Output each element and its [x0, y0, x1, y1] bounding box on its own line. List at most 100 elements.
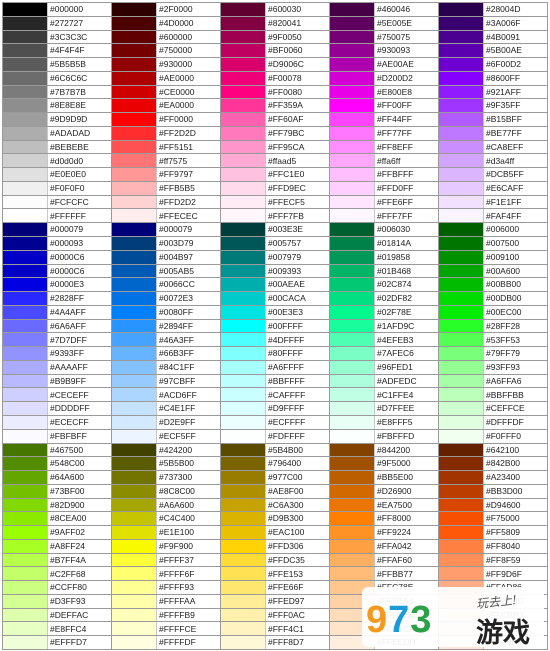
color-swatch [112, 415, 157, 429]
color-entry: #5B5B00 [112, 457, 221, 472]
color-entry: #FFD2D2 [112, 195, 221, 210]
color-hex-label: #00AEAE [268, 279, 305, 290]
color-swatch [439, 264, 484, 278]
color-hex-label: #4DFFFF [268, 334, 305, 345]
color-entry: #4EFEB3 [330, 333, 439, 348]
color-swatch [439, 58, 484, 71]
color-entry: #ADFEDC [330, 374, 439, 389]
color-swatch [3, 484, 48, 498]
color-swatch [3, 553, 48, 567]
color-swatch [330, 223, 375, 237]
color-swatch [112, 443, 157, 457]
color-swatch [330, 85, 375, 99]
color-entry: #007500 [439, 237, 548, 251]
color-hex-label: #019858 [377, 251, 411, 262]
color-hex-label: #02F78E [377, 306, 412, 317]
color-hex-label: #D3FF93 [50, 596, 86, 607]
color-swatch [221, 85, 266, 99]
color-entry: #9F0050 [221, 30, 330, 45]
color-hex-label: #00A600 [486, 265, 521, 276]
color-entry: #467500 [3, 443, 112, 458]
color-hex-label: #66B3FF [159, 348, 194, 359]
color-entry: #BB5E00 [330, 471, 439, 485]
color-entry: #D26900 [330, 484, 439, 499]
color-entry: #02DF82 [330, 292, 439, 306]
color-hex-label: #EAC100 [268, 527, 305, 538]
color-hex-label: #E0E0E0 [50, 169, 86, 180]
color-swatch [3, 154, 48, 168]
color-hex-label: #FFFF6F [159, 568, 195, 579]
color-entry: #FAF4FF [439, 209, 548, 224]
logo-digit: 7 [388, 599, 411, 641]
color-hex-label: #D26900 [377, 485, 412, 496]
color-entry: #C4E1FF [112, 402, 221, 416]
color-hex-label: #FF5809 [486, 527, 521, 538]
color-hex-label: #003D79 [159, 238, 194, 249]
color-entry: #FF95CA [221, 140, 330, 155]
color-entry: #E1E100 [112, 526, 221, 540]
color-entry: #ECFFFF [221, 415, 330, 430]
color-entry: #d0d0d0 [3, 154, 112, 169]
color-swatch [221, 195, 266, 209]
color-hex-label: #E6CAFF [486, 183, 524, 194]
color-entry: #EA0000 [112, 99, 221, 114]
color-entry: #AE00AE [330, 58, 439, 72]
color-swatch [439, 526, 484, 539]
color-entry: #6F00D2 [439, 58, 548, 72]
color-entry: #9393FF [3, 347, 112, 361]
color-entry: #00DB00 [439, 292, 548, 306]
color-entry: #2828FF [3, 292, 112, 306]
color-hex-label: #BF0060 [268, 45, 303, 56]
color-entry: #FF77FF [330, 126, 439, 141]
color-swatch [221, 567, 266, 581]
color-hex-label: #4D0000 [159, 17, 194, 28]
color-entry: #DEFFAC [3, 608, 112, 623]
color-swatch [439, 402, 484, 415]
color-hex-label: #7AFEC6 [377, 348, 414, 359]
color-swatch [330, 181, 375, 195]
color-swatch [3, 622, 48, 636]
color-hex-label: #796400 [268, 458, 302, 469]
color-swatch [112, 484, 157, 498]
color-swatch [221, 608, 266, 622]
color-entry: #3A006F [439, 16, 548, 31]
color-swatch [221, 140, 266, 154]
color-entry: #D9B300 [221, 512, 330, 527]
color-swatch [221, 181, 266, 195]
color-swatch [439, 360, 484, 374]
color-swatch [330, 526, 375, 539]
color-entry: #BB3D00 [439, 484, 548, 499]
color-entry: #28004D [439, 3, 548, 17]
color-hex-label: #642100 [486, 444, 520, 455]
color-hex-label: #FFECF5 [268, 196, 305, 207]
color-swatch [330, 402, 375, 415]
color-swatch [439, 30, 484, 44]
color-entry: #DDDDFF [3, 402, 112, 416]
color-hex-label: #01814A [377, 238, 412, 249]
color-swatch [112, 388, 157, 402]
color-hex-label: #FAF4FF [486, 210, 522, 221]
color-hex-label: #46A3FF [159, 334, 194, 345]
color-hex-label: #6F00D2 [486, 59, 521, 70]
color-entry: #004B97 [112, 250, 221, 265]
color-swatch [112, 16, 157, 30]
color-swatch [439, 181, 484, 195]
color-swatch [439, 319, 484, 333]
color-entry: #DFFFDF [439, 415, 548, 430]
color-entry: #FFFFAA [112, 594, 221, 609]
color-hex-label: #CE0000 [159, 86, 195, 97]
color-entry: #D7FFEE [330, 402, 439, 416]
color-swatch [3, 594, 48, 608]
color-swatch [330, 209, 375, 223]
color-entry: #600030 [221, 3, 330, 17]
color-hex-label: #FFF7FF [377, 210, 413, 221]
color-swatch [112, 360, 157, 374]
color-swatch [439, 209, 484, 223]
color-entry: #000093 [3, 237, 112, 251]
color-swatch [3, 539, 48, 553]
color-swatch [221, 539, 266, 553]
color-swatch [330, 292, 375, 305]
color-swatch [330, 553, 375, 567]
color-hex-label: #8CEA00 [50, 513, 87, 524]
color-hex-label: #28FF28 [486, 320, 521, 331]
